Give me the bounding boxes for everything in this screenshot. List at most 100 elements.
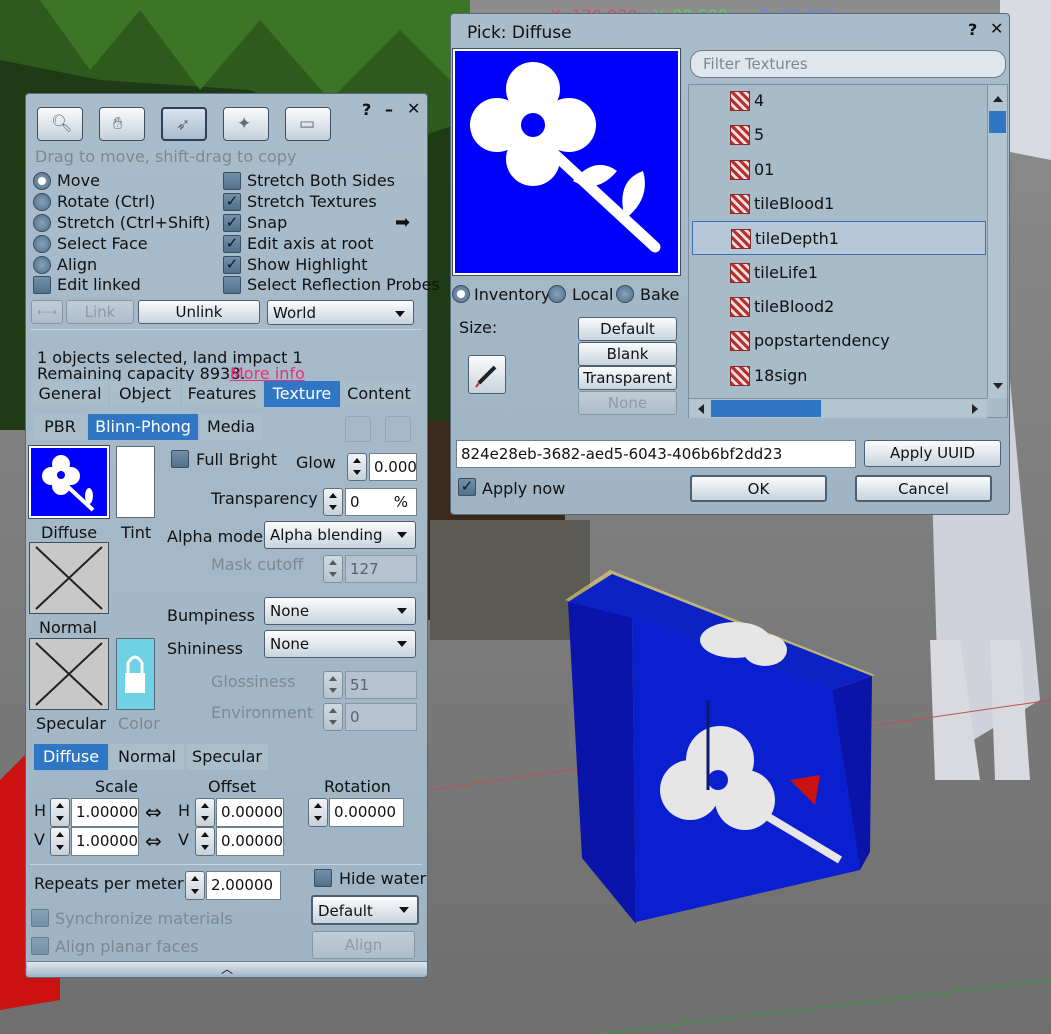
maptab-normal[interactable]: Normal: [110, 744, 184, 770]
unlink-button[interactable]: Unlink: [138, 300, 260, 324]
move-tool-button[interactable]: ✋︎: [99, 107, 145, 141]
environment-spinner[interactable]: [323, 703, 343, 731]
subtab-blinn-phong[interactable]: Blinn-Phong: [88, 414, 198, 440]
snap-checkbox[interactable]: ✓: [223, 214, 241, 232]
maptab-diffuse[interactable]: Diffuse: [34, 744, 108, 770]
scale-h-spinner[interactable]: [50, 798, 70, 827]
source-local-radio[interactable]: [548, 285, 566, 303]
texture-item[interactable]: 5: [692, 118, 986, 152]
rotation-input[interactable]: 0.00000: [329, 798, 404, 827]
edit-axis-root-checkbox[interactable]: ✓: [223, 235, 241, 253]
filter-textures-input[interactable]: Filter Textures: [690, 50, 1006, 78]
eyedropper-button[interactable]: [468, 355, 506, 394]
bumpiness-dropdown[interactable]: None: [264, 597, 416, 625]
source-bake-radio[interactable]: [616, 285, 634, 303]
mask-cutoff-input[interactable]: 127: [345, 555, 417, 583]
show-highlight-checkbox[interactable]: ✓: [223, 256, 241, 274]
list-horizontal-scrollbar[interactable]: [689, 398, 987, 418]
scale-h-input[interactable]: 1.00000: [71, 798, 139, 827]
texture-item[interactable]: 18sign: [692, 359, 986, 393]
mode-move-radio[interactable]: [33, 172, 51, 190]
texture-item[interactable]: tileBlood2: [692, 290, 986, 324]
tab-content[interactable]: Content: [342, 381, 416, 407]
stretch-textures-checkbox[interactable]: ✓: [223, 193, 241, 211]
sync-materials-checkbox[interactable]: [31, 909, 49, 927]
rotation-spinner[interactable]: [308, 798, 328, 827]
link-arrows-button[interactable]: ⇠⇢: [31, 300, 63, 324]
apply-now-checkbox[interactable]: ✓: [458, 478, 476, 496]
link-button[interactable]: Link: [66, 300, 134, 324]
scroll-right-arrow-icon[interactable]: [972, 404, 983, 414]
mapping-dropdown[interactable]: Default: [311, 895, 419, 925]
uuid-input[interactable]: 824e28eb-3682-aed5-6043-406b6bf2dd23: [456, 440, 856, 468]
flip-h-icon[interactable]: ⇔: [145, 800, 162, 824]
focus-tool-button[interactable]: 🔍︎: [37, 107, 83, 141]
scroll-left-arrow-icon[interactable]: [693, 404, 704, 414]
mode-rotate-radio[interactable]: [33, 193, 51, 211]
transparent-texture-button[interactable]: Transparent: [578, 366, 677, 390]
transparency-spinner[interactable]: [323, 488, 343, 516]
texture-item[interactable]: popstartendency: [692, 324, 986, 358]
tools-minimize-button[interactable]: –: [385, 100, 393, 119]
copy-icon[interactable]: [345, 416, 371, 442]
glow-spinner[interactable]: [347, 453, 367, 481]
none-texture-button[interactable]: None: [578, 391, 677, 415]
texture-item-selected[interactable]: tileDepth1: [692, 221, 986, 255]
glossiness-spinner[interactable]: [323, 671, 343, 699]
texture-item[interactable]: 01: [692, 153, 986, 187]
ruler-mode-dropdown[interactable]: World: [267, 300, 414, 325]
glossiness-input[interactable]: 51: [345, 671, 417, 699]
texture-item[interactable]: tileBlood1: [692, 187, 986, 221]
subtab-pbr[interactable]: PBR: [34, 414, 86, 440]
source-inventory-radio[interactable]: [452, 285, 470, 303]
environment-input[interactable]: 0: [345, 703, 417, 731]
stretch-both-sides-checkbox[interactable]: [223, 172, 241, 190]
snap-options-arrow-icon[interactable]: ➡: [395, 212, 410, 233]
align-planar-checkbox[interactable]: [31, 937, 49, 955]
apply-uuid-button[interactable]: Apply UUID: [864, 440, 1001, 467]
tab-general[interactable]: General: [32, 381, 108, 407]
texture-item[interactable]: tileLife1: [692, 256, 986, 290]
alpha-mode-dropdown[interactable]: Alpha blending: [264, 521, 416, 549]
offset-h-input[interactable]: 0.00000: [216, 798, 284, 827]
scale-v-spinner[interactable]: [50, 827, 70, 856]
tab-features[interactable]: Features: [182, 381, 262, 407]
mode-align-radio[interactable]: [33, 256, 51, 274]
mask-cutoff-spinner[interactable]: [323, 555, 343, 583]
collapse-bar[interactable]: ︿: [27, 961, 427, 976]
edit-tool-button[interactable]: ➶: [161, 107, 207, 141]
hide-water-checkbox[interactable]: [314, 869, 332, 887]
specular-texture-swatch[interactable]: [29, 638, 109, 710]
texture-item[interactable]: 4: [692, 84, 986, 118]
specular-color-swatch[interactable]: [116, 638, 155, 710]
scroll-thumb[interactable]: [989, 111, 1006, 133]
offset-h-spinner[interactable]: [195, 798, 215, 827]
transparency-input[interactable]: 0 %: [345, 488, 417, 516]
mode-stretch-radio[interactable]: [33, 214, 51, 232]
picker-help-button[interactable]: ?: [968, 20, 977, 39]
picker-close-button[interactable]: ✕: [990, 19, 1003, 38]
land-tool-button[interactable]: ▭: [285, 107, 331, 141]
offset-v-input[interactable]: 0.00000: [216, 827, 284, 856]
normal-texture-swatch[interactable]: [29, 542, 109, 614]
tint-color-swatch[interactable]: [116, 446, 155, 518]
flip-v-icon[interactable]: ⇔: [145, 829, 162, 853]
create-tool-button[interactable]: ✦: [223, 107, 269, 141]
blank-texture-button[interactable]: Blank: [578, 342, 677, 366]
repeats-spinner[interactable]: [185, 871, 205, 900]
cancel-button[interactable]: Cancel: [855, 475, 992, 502]
repeats-input[interactable]: 2.00000: [206, 871, 281, 900]
scale-v-input[interactable]: 1.00000: [71, 827, 139, 856]
default-texture-button[interactable]: Default: [578, 317, 677, 341]
subtab-media[interactable]: Media: [200, 414, 262, 440]
offset-v-spinner[interactable]: [195, 827, 215, 856]
scroll-up-arrow-icon[interactable]: [993, 91, 1003, 102]
align-button[interactable]: Align: [312, 931, 415, 959]
maptab-specular[interactable]: Specular: [186, 744, 268, 770]
diffuse-texture-swatch[interactable]: [28, 445, 110, 519]
full-bright-checkbox[interactable]: [171, 450, 189, 468]
tools-close-button[interactable]: ✕: [407, 99, 420, 118]
shininess-dropdown[interactable]: None: [264, 630, 416, 658]
horizontal-scroll-thumb[interactable]: [711, 400, 821, 417]
tab-texture[interactable]: Texture: [264, 381, 340, 407]
